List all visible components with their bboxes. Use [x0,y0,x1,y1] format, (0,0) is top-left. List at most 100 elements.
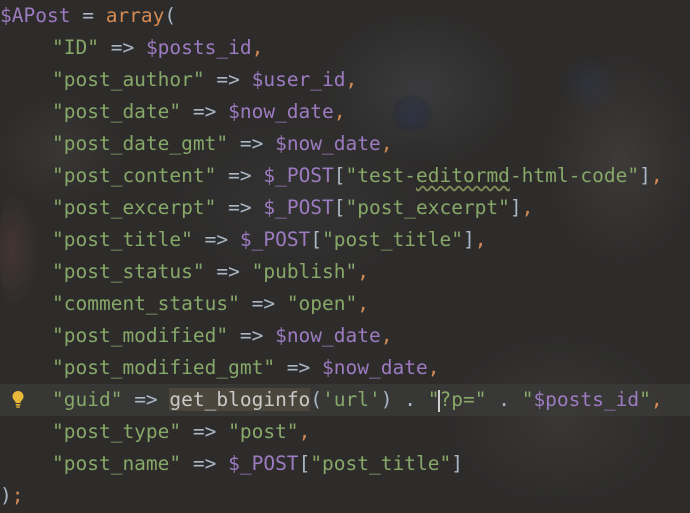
code-token: editormd [416,164,510,187]
code-line[interactable]: "post_title" => $_POST["post_title"], [0,224,690,256]
code-token: ( [164,4,177,27]
code-token: "post_excerpt" [52,196,217,219]
code-token: "post_content" [52,164,217,187]
code-token: => [275,356,323,379]
code-token: . [486,388,522,411]
code-token: "post_name" [52,452,182,475]
code-token: $APost [0,4,71,27]
code-line[interactable]: "comment_status" => "open", [0,288,690,320]
code-token: , [357,260,370,283]
code-token: $_POST [263,196,334,219]
code-token: ) . [380,388,428,411]
code-token: "post_date_gmt" [52,132,229,155]
code-line[interactable]: "post_modified_gmt" => $now_date, [0,352,690,384]
code-token: , [298,420,311,443]
code-token: , [427,356,440,379]
code-token: "post_status" [52,260,205,283]
code-token: [ [333,164,346,187]
code-token: $now_date [275,324,381,347]
code-token: => [216,164,264,187]
code-token: => [181,452,229,475]
code-token: => [181,100,229,123]
code-token: "post_modified" [52,324,229,347]
code-line[interactable]: "post_content" => $_POST["test-editormd-… [0,160,690,192]
code-token: = [70,4,106,27]
code-line[interactable]: "post_date" => $now_date, [0,96,690,128]
code-token: $now_date [275,132,381,155]
code-token: $posts_id [145,36,252,59]
code-line-current[interactable]: "guid" => get_bloginfo('url') . "?p=" . … [0,384,690,416]
code-line[interactable]: "post_excerpt" => $_POST["post_excerpt"]… [0,192,690,224]
code-line[interactable]: ); [0,480,690,512]
code-line[interactable]: $APost = array( [0,0,690,32]
code-token: "test- [345,164,416,187]
code-token: "post_type" [52,420,182,443]
code-token: $user_id [251,68,346,91]
code-token: "open" [286,292,358,315]
code-token: ] [451,452,463,475]
code-token: => [228,324,276,347]
code-token: [ [310,228,323,251]
code-line[interactable]: "post_date_gmt" => $now_date, [0,128,690,160]
code-token: 'url' [322,388,381,411]
code-token: , [380,324,393,347]
code-token: "post_title" [52,228,193,251]
code-token: "comment_status" [52,292,240,315]
code-token: "post_title" [322,228,463,251]
code-token: $posts_id [533,388,640,411]
code-line[interactable]: "post_author" => $user_id, [0,64,690,96]
code-token: "post_title" [310,452,452,475]
code-token: [ [333,196,346,219]
code-token: ] [639,164,651,187]
code-token: => [204,68,252,91]
code-token: [ [298,452,311,475]
code-line[interactable]: "post_type" => "post", [0,416,690,448]
code-editor[interactable]: $APost = array("ID" => $posts_id, "post_a… [0,0,690,513]
code-token: ] [509,196,522,219]
code-token: " [639,388,651,411]
code-token: ?p=" [439,388,487,411]
code-token: => [181,420,229,443]
code-token: $_POST [228,452,299,475]
code-token: => [98,36,146,59]
code-token: $now_date [228,100,334,123]
code-token: , [521,196,534,219]
code-token: "post_date" [52,100,182,123]
code-token: "guid" [52,388,123,411]
code-token: get_bloginfo [169,388,311,411]
code-token: => [204,260,252,283]
code-token: => [122,388,170,411]
code-token: " [521,388,534,411]
code-token: => [228,132,276,155]
code-token: , [474,228,487,251]
code-token: => [192,228,240,251]
code-line[interactable]: "ID" => $posts_id, [0,32,690,64]
code-token: , [650,164,663,187]
code-token: ) [0,484,12,507]
code-token: "post_author" [52,68,205,91]
code-token: "post_modified_gmt" [52,356,276,379]
code-token: , [333,100,346,123]
code-token: , [251,36,264,59]
code-token: ; [11,484,24,507]
code-token: "post" [228,420,299,443]
code-line[interactable]: "post_modified" => $now_date, [0,320,690,352]
code-token: , [357,292,370,315]
code-token: $_POST [239,228,311,251]
code-token: , [345,68,358,91]
code-token: , [650,388,663,411]
code-token: => [239,292,287,315]
code-line[interactable]: "post_status" => "publish", [0,256,690,288]
code-token: -html-code" [509,164,640,187]
lightbulb-icon[interactable] [10,389,26,411]
code-token: "publish" [251,260,358,283]
code-token: $now_date [322,356,428,379]
code-token: $_POST [263,164,334,187]
code-token: , [380,132,393,155]
code-token: ] [462,228,475,251]
code-token: "ID" [52,36,99,59]
code-token: array [105,4,165,27]
code-token: "post_excerpt" [345,196,510,219]
code-line[interactable]: "post_name" => $_POST["post_title"] [0,448,690,480]
code-token: => [216,196,264,219]
